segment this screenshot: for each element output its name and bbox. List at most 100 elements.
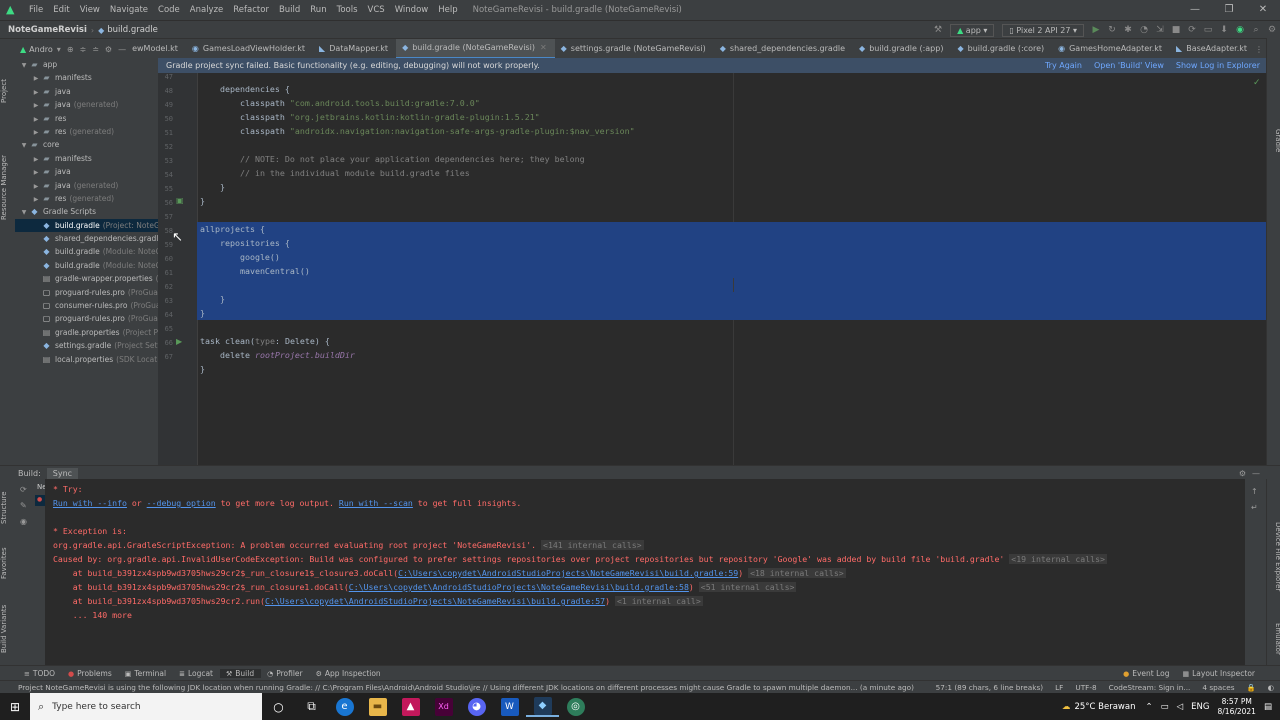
chevron-right-icon[interactable]: ▶: [31, 113, 41, 126]
file-encoding[interactable]: UTF-8: [1069, 683, 1102, 692]
minimize-icon[interactable]: —: [1178, 0, 1212, 20]
windows-start-icon[interactable]: ⊞: [0, 700, 30, 714]
hide-panel-icon[interactable]: —: [1252, 469, 1260, 478]
indent-setting[interactable]: 4 spaces: [1196, 683, 1240, 692]
menu-build[interactable]: Build: [274, 5, 305, 15]
breadcrumb-file[interactable]: build.gradle: [104, 25, 158, 35]
tab-gameshomeadapter[interactable]: ◉ GamesHomeAdapter.kt: [1052, 39, 1170, 59]
tab-datamapper[interactable]: ◣ DataMapper.kt: [313, 39, 396, 59]
chevron-down-icon[interactable]: ▾: [57, 45, 61, 54]
soft-wrap-icon[interactable]: ↵: [1251, 503, 1258, 512]
tree-item[interactable]: ▶ ▰ java: [15, 165, 158, 178]
run-with-scan-link[interactable]: Run with --scan: [339, 498, 413, 508]
run-task-gutter-icon[interactable]: ▶: [176, 337, 182, 346]
run-config-select[interactable]: ▲ app ▾: [950, 23, 995, 37]
avd-manager-icon[interactable]: ▭: [1201, 25, 1215, 35]
tree-item[interactable]: ▢ consumer-rules.pro (ProGua: [15, 299, 158, 312]
word-icon[interactable]: W: [493, 697, 526, 716]
tool-tab-problems[interactable]: ● Problems: [62, 669, 119, 678]
device-select[interactable]: ▯ Pixel 2 API 27 ▾: [1002, 23, 1084, 37]
notification-icon[interactable]: ▤: [1264, 702, 1272, 712]
code-line[interactable]: task clean(type: Delete) {: [200, 334, 1266, 348]
chevron-right-icon[interactable]: ▶: [31, 180, 41, 193]
internal-calls-fold[interactable]: <18 internal calls>: [748, 568, 846, 578]
tree-item[interactable]: ▶ ▰ res (generated): [15, 125, 158, 138]
tree-item[interactable]: ▶ ▰ java: [15, 85, 158, 98]
tree-item[interactable]: ▶ ▰ res (generated): [15, 192, 158, 205]
scroll-up-icon[interactable]: ↑: [1251, 487, 1258, 496]
run-with-debug-link[interactable]: --debug option: [147, 498, 216, 508]
close-tab-icon[interactable]: ✕: [540, 38, 547, 58]
tree-item[interactable]: ◆ build.gradle(Project: NoteGa: [15, 218, 158, 233]
internal-calls-fold[interactable]: <19 internal calls>: [1009, 554, 1107, 564]
tree-item[interactable]: ▼ ▰ app: [15, 58, 158, 71]
pin-icon[interactable]: ✎: [20, 501, 27, 510]
gear-icon[interactable]: ⚙: [105, 45, 112, 54]
caret-position[interactable]: 57:1 (89 chars, 6 line breaks): [930, 683, 1049, 692]
code-line[interactable]: allprojects {: [200, 222, 1266, 236]
code-line[interactable]: }: [200, 180, 1266, 194]
weather-text[interactable]: 25°C Berawan: [1074, 702, 1135, 712]
sync-gradle-icon[interactable]: ⟳: [1185, 25, 1199, 35]
tool-tab-todo[interactable]: ≡ TODO: [18, 669, 62, 678]
chevron-right-icon[interactable]: ▶: [31, 99, 41, 112]
tree-item[interactable]: ▶ ▰ manifests: [15, 152, 158, 165]
code-line[interactable]: }: [200, 306, 1266, 320]
search-everywhere-icon[interactable]: ⌕: [1249, 25, 1263, 35]
run-with-info-link[interactable]: Run with --info: [53, 498, 127, 508]
internal-calls-fold[interactable]: <51 internal calls>: [698, 582, 797, 592]
close-icon[interactable]: ✕: [1246, 0, 1280, 20]
tree-item[interactable]: ◆ build.gradle (Module: NoteG: [15, 245, 158, 258]
chevron-down-icon[interactable]: ▼: [19, 59, 29, 72]
chevron-right-icon[interactable]: ▶: [31, 166, 41, 179]
tree-item[interactable]: ▤ local.properties(SDK Location: [15, 353, 158, 366]
locate-icon[interactable]: ⊕: [67, 45, 74, 54]
tab-settings-gradle[interactable]: ◆ settings.gradle (NoteGameRevisi): [555, 39, 714, 59]
line-separator[interactable]: LF: [1049, 683, 1069, 692]
chevron-right-icon[interactable]: ▶: [31, 86, 41, 99]
code-line[interactable]: }: [200, 362, 1266, 376]
tab-shared-dependencies[interactable]: ◆ shared_dependencies.gradle: [714, 39, 853, 59]
rerun-icon[interactable]: ⟳: [20, 485, 27, 494]
tool-window-device-file-explorer[interactable]: Device File Explorer: [1267, 519, 1280, 594]
chevron-right-icon[interactable]: ▶: [31, 153, 41, 166]
rerun-icon[interactable]: ↻: [1105, 25, 1119, 35]
stack-frame-link[interactable]: C:\Users\copydet\AndroidStudioProjects\N…: [265, 596, 605, 606]
memory-indicator-icon[interactable]: ◐: [1262, 683, 1280, 692]
tool-tab-build[interactable]: ⚒ Build: [220, 669, 262, 678]
edge-icon[interactable]: e: [328, 697, 361, 716]
code-line[interactable]: classpath "androidx.navigation:navigatio…: [200, 124, 1266, 138]
app-red-icon[interactable]: ▲: [394, 697, 427, 716]
internal-calls-fold[interactable]: <141 internal calls>: [541, 540, 644, 550]
tool-tab-event-log[interactable]: ● Event Log: [1117, 669, 1176, 678]
tree-item[interactable]: ▶ ▰ res: [15, 112, 158, 125]
tab-build-gradle-project[interactable]: ◆ build.gradle (NoteGameRevisi) ✕: [396, 39, 555, 59]
volume-icon[interactable]: ◁: [1177, 702, 1184, 712]
cortana-icon[interactable]: ○: [262, 700, 295, 714]
code-line[interactable]: // in the individual module build.gradle…: [200, 166, 1266, 180]
gear-icon[interactable]: ⚙: [1239, 469, 1246, 478]
maximize-icon[interactable]: ❐: [1212, 0, 1246, 20]
lock-icon[interactable]: 🔒: [1241, 683, 1262, 692]
tree-item[interactable]: ▶ ▰ java (generated): [15, 98, 158, 111]
tool-tab-profiler[interactable]: ◔ Profiler: [261, 669, 310, 678]
app-green-icon[interactable]: ◎: [559, 697, 592, 716]
menu-navigate[interactable]: Navigate: [105, 5, 153, 15]
hammer-icon[interactable]: ⚒: [931, 25, 945, 35]
menu-code[interactable]: Code: [153, 5, 185, 15]
tree-item[interactable]: ◆ shared_dependencies.gradle: [15, 232, 158, 245]
collapse-all-icon[interactable]: ≐: [92, 45, 99, 54]
menu-view[interactable]: View: [75, 5, 105, 15]
language-indicator[interactable]: ENG: [1191, 702, 1209, 712]
tool-window-favorites[interactable]: Favorites: [0, 541, 15, 586]
assistant-icon[interactable]: ◉: [1233, 25, 1247, 35]
code-line[interactable]: dependencies {: [200, 82, 1266, 96]
android-studio-taskbar-icon[interactable]: ◆: [526, 696, 559, 717]
internal-calls-fold[interactable]: <1 internal call>: [614, 596, 703, 606]
network-icon[interactable]: ▭: [1161, 702, 1169, 712]
tab-gamesloadviewholder[interactable]: ◉ GamesLoadViewHolder.kt: [186, 39, 313, 59]
tree-item[interactable]: ▢ proguard-rules.pro (ProGuar: [15, 286, 158, 299]
breadcrumb-project[interactable]: NoteGameRevisi: [0, 25, 87, 35]
eye-icon[interactable]: ◉: [20, 517, 27, 526]
menu-run[interactable]: Run: [305, 5, 331, 15]
